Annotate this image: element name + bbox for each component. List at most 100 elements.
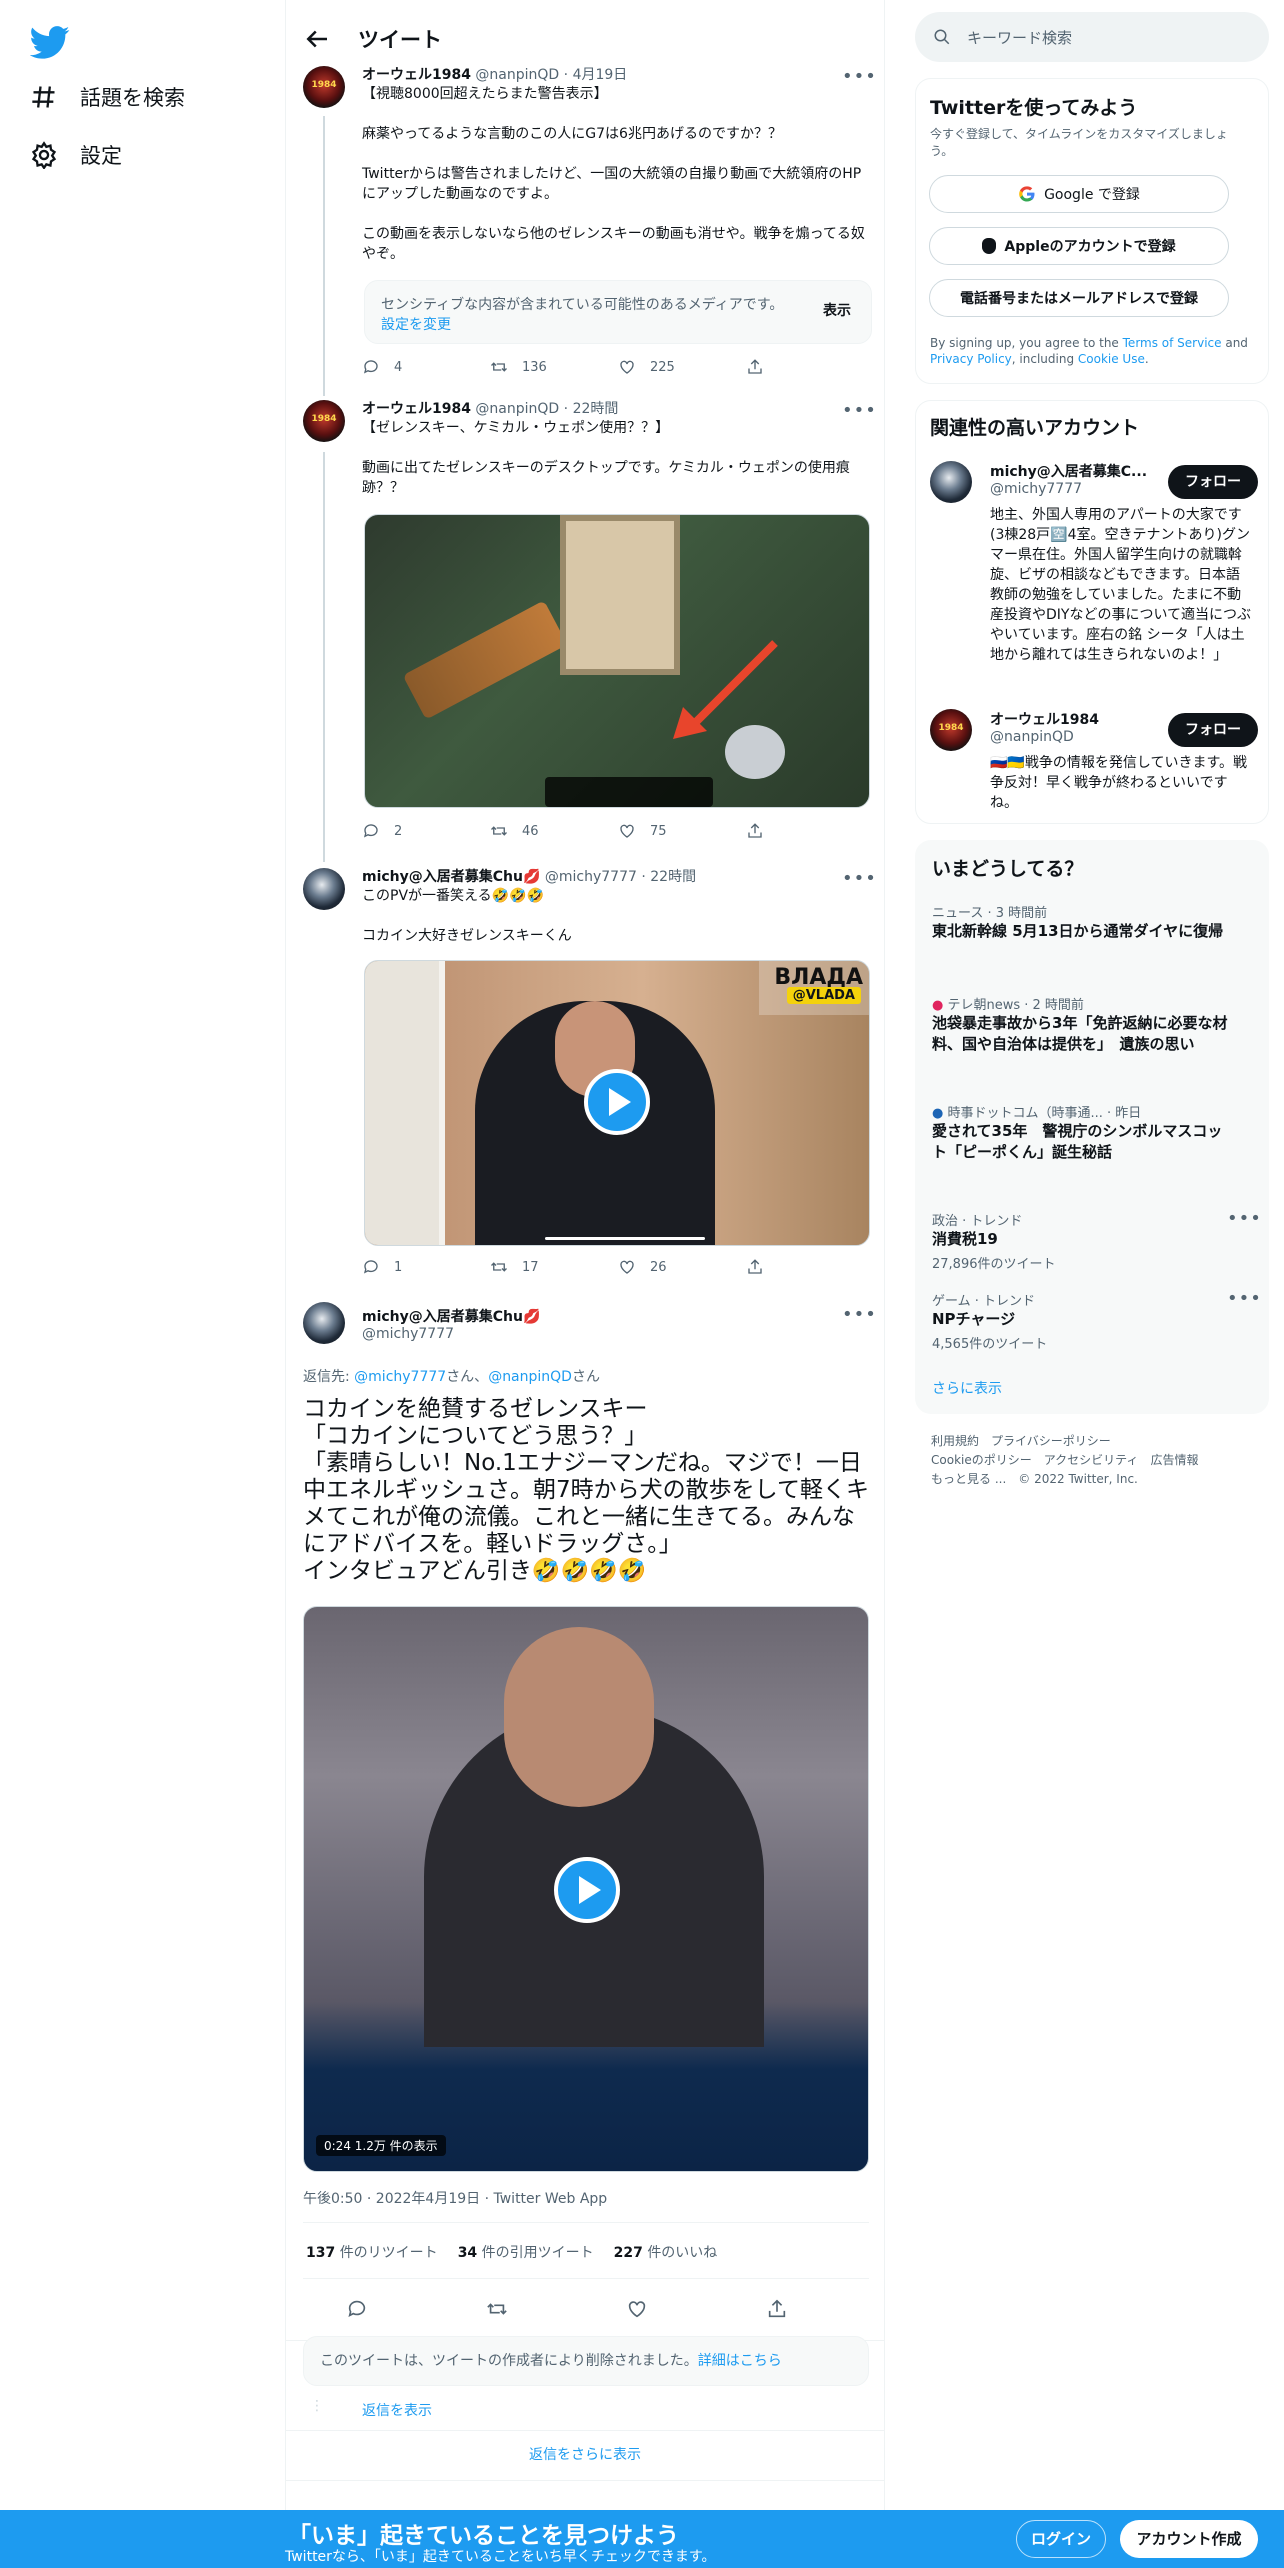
share-icon	[768, 2299, 786, 2318]
retweet-button[interactable]: 17	[490, 1258, 618, 1276]
footer-link[interactable]: 広告情報	[1150, 1453, 1198, 1467]
share-button[interactable]	[746, 1258, 764, 1276]
copyright: © 2022 Twitter, Inc.	[1018, 1472, 1138, 1486]
avatar[interactable]: 1984	[930, 709, 972, 751]
main-tweet-video[interactable]: 0:24 1.2万 件の表示	[303, 1606, 869, 2172]
like-button[interactable]: 75	[618, 822, 746, 840]
tweet-author[interactable]: オーウェル1984 @nanpinQD · 4月19日	[362, 64, 870, 84]
reply-button[interactable]	[346, 2298, 486, 2320]
signup-subtitle: 今すぐ登録して、タイムラインをカスタマイズしましょう。	[930, 127, 1228, 158]
avatar[interactable]	[930, 461, 972, 503]
show-replies-link[interactable]: 返信を表示	[362, 2400, 432, 2420]
nav-settings[interactable]: 設定	[30, 140, 122, 170]
reply-button[interactable]: 4	[362, 358, 490, 376]
retweets-stat[interactable]: 137 件のリツイート	[306, 2242, 438, 2262]
nav-settings-label: 設定	[80, 144, 122, 168]
signup-button[interactable]: アカウント作成	[1120, 2520, 1258, 2558]
more-icon[interactable]: •••	[1227, 1288, 1261, 1309]
avatar[interactable]: 1984	[303, 66, 345, 108]
tweet-timestamp[interactable]: 午後0:50 · 2022年4月19日 · Twitter Web App	[303, 2188, 607, 2208]
share-icon	[748, 359, 762, 374]
login-button[interactable]: ログイン	[1016, 2520, 1106, 2558]
change-settings-link[interactable]: 設定を変更	[381, 317, 451, 333]
reply-button[interactable]: 1	[362, 1258, 490, 1276]
likes-stat[interactable]: 227 件のいいね	[614, 2242, 718, 2262]
apple-signup-button[interactable]: Appleのアカウントで登録	[929, 227, 1229, 265]
show-more-replies-link[interactable]: 返信をさらに表示	[286, 2444, 884, 2464]
follow-button[interactable]: フォロー	[1168, 465, 1258, 499]
retweet-button[interactable]: 136	[490, 358, 618, 376]
cookie-link[interactable]: Cookie Use	[1078, 352, 1145, 366]
like-button[interactable]: 225	[618, 358, 746, 376]
share-button[interactable]	[746, 822, 764, 840]
share-button[interactable]	[766, 2298, 788, 2320]
reply-button[interactable]: 2	[362, 822, 490, 840]
learn-more-link[interactable]: 詳細はこちら	[698, 2353, 782, 2369]
account-name[interactable]: michy@入居者募集C...	[990, 461, 1160, 481]
show-more-trends-link[interactable]: さらに表示	[932, 1378, 1002, 1398]
tweet-author[interactable]: オーウェル1984 @nanpinQD · 22時間	[362, 398, 870, 418]
more-icon[interactable]: •••	[842, 1304, 876, 1325]
mention-link[interactable]: @nanpinQD	[488, 1369, 572, 1385]
news-logo-icon: ●	[932, 998, 944, 1013]
google-signup-button[interactable]: Google で登録	[929, 175, 1229, 213]
google-icon	[1019, 186, 1035, 202]
footer-link[interactable]: アクセシビリティ	[1044, 1453, 1139, 1467]
trend-item[interactable]: ニュース · 3 時間前 東北新幹線 5月13日から通常ダイヤに復帰	[932, 902, 1232, 942]
dots-icon: ⋮	[310, 2398, 326, 2414]
like-button[interactable]: 26	[618, 1258, 746, 1276]
retweet-button[interactable]	[486, 2298, 626, 2320]
avatar[interactable]	[303, 868, 345, 910]
retweet-icon	[491, 1262, 507, 1272]
back-arrow-icon[interactable]	[302, 24, 332, 54]
quotes-stat[interactable]: 34 件の引用ツイート	[458, 2242, 594, 2262]
account-name[interactable]: オーウェル1984	[990, 709, 1099, 729]
tweet-author-handle[interactable]: @michy7777	[362, 1326, 870, 1342]
trends-card: いまどうしてる？ ニュース · 3 時間前 東北新幹線 5月13日から通常ダイヤに…	[915, 840, 1269, 1414]
tweet-image[interactable]	[364, 514, 870, 808]
nav-explore[interactable]: 話題を検索	[30, 82, 185, 112]
tweet-author-name[interactable]: michy@入居者募集Chu💋	[362, 1306, 870, 1326]
retweet-button[interactable]: 46	[490, 822, 618, 840]
footer-link[interactable]: 利用規約	[931, 1434, 979, 1448]
signup-title: Twitterを使ってみよう	[930, 97, 1138, 119]
phone-email-signup-button[interactable]: 電話番号またはメールアドレスで登録	[929, 279, 1229, 317]
search-input[interactable]: キーワード検索	[967, 27, 1072, 48]
more-icon[interactable]: •••	[842, 66, 876, 87]
share-button[interactable]	[746, 358, 764, 376]
footer-link[interactable]: もっと見る ...	[931, 1472, 1006, 1486]
footer-link[interactable]: プライバシーポリシー	[991, 1434, 1111, 1448]
more-icon[interactable]: •••	[842, 868, 876, 889]
avatar[interactable]	[303, 1302, 345, 1344]
mention-link[interactable]: @michy7777	[354, 1369, 446, 1385]
signup-legal: By signing up, you agree to the Terms of…	[930, 336, 1248, 366]
hash-icon	[32, 86, 55, 108]
tweet-author[interactable]: michy@入居者募集Chu💋 @michy7777 · 22時間	[362, 866, 870, 886]
heart-icon	[620, 824, 634, 838]
more-icon[interactable]: •••	[842, 400, 876, 421]
play-button[interactable]	[554, 1857, 620, 1923]
tweet-actions: 2 46 75	[362, 822, 764, 840]
search-box[interactable]: キーワード検索	[915, 12, 1269, 62]
account-bio: 地主、外国人専用のアパートの大家です(3棟28戸🈳4室。空きテナントあり)グンマ…	[990, 507, 1252, 663]
trend-item[interactable]: ● テレ朝news · 2 時間前 池袋暴走事故から3年「免許返納に必要な材料、国…	[932, 994, 1232, 1055]
like-button[interactable]	[626, 2298, 766, 2320]
footer-link[interactable]: Cookieのポリシー	[931, 1453, 1032, 1467]
more-icon[interactable]: •••	[1227, 1208, 1261, 1229]
trend-item[interactable]: ● 時事ドットコム（時事通... · 昨日 愛されて35年 警視庁のシンボルマスコ…	[932, 1102, 1232, 1163]
privacy-link[interactable]: Privacy Policy	[930, 352, 1012, 366]
play-button[interactable]	[584, 1069, 650, 1135]
tweet-video[interactable]: ВЛАДА @VLADA	[364, 960, 870, 1246]
news-logo-icon: ●	[932, 1106, 944, 1121]
bottom-title: 「いま」起きていることを見つけよう	[288, 2523, 679, 2549]
bottom-signup-bar: 「いま」起きていることを見つけよう Twitterなら、「いま」起きていることを…	[0, 2510, 1284, 2568]
avatar[interactable]: 1984	[303, 400, 345, 442]
trend-item[interactable]: 政治 · トレンド 消費税19 27,896件のツイート	[932, 1210, 1232, 1272]
engagement-stats: 137 件のリツイート 34 件の引用ツイート 227 件のいいね	[306, 2242, 717, 2262]
show-button[interactable]: 表示	[823, 301, 851, 321]
twitter-logo-icon[interactable]	[30, 22, 70, 62]
terms-link[interactable]: Terms of Service	[1123, 336, 1222, 350]
follow-button[interactable]: フォロー	[1168, 713, 1258, 747]
trend-item[interactable]: ゲーム · トレンド NPチャージ 4,565件のツイート	[932, 1290, 1232, 1352]
related-accounts-card: 関連性の高いアカウント michy@入居者募集C... @michy7777 フ…	[915, 400, 1269, 824]
